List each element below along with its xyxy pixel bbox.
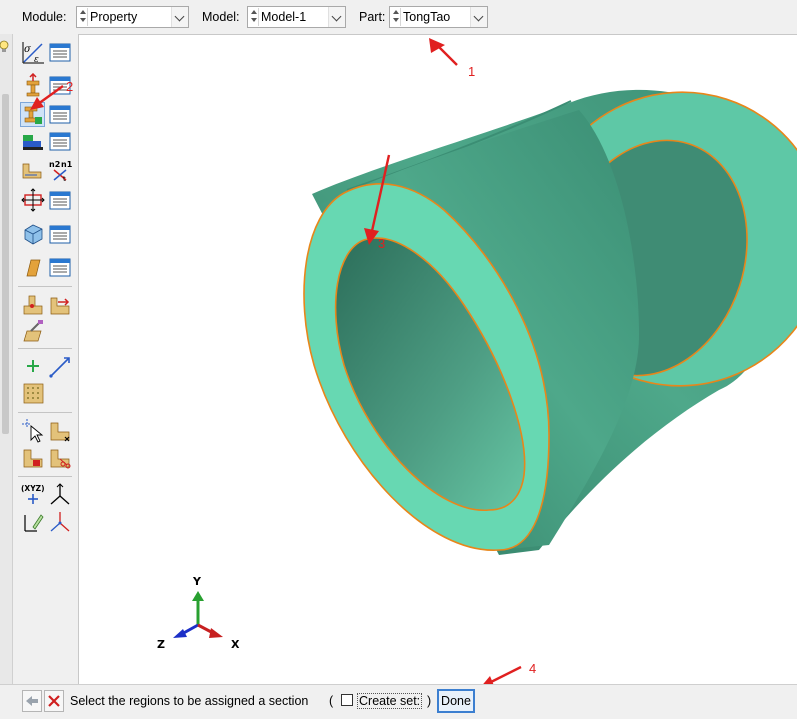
csys-edit-icon[interactable]: [21, 509, 46, 534]
part-value: TongTao: [403, 10, 451, 24]
annotation-2: 2: [66, 79, 74, 94]
svg-text:t: t: [63, 175, 66, 183]
create-skin-icon[interactable]: [21, 222, 46, 247]
prompt-close-paren: ): [427, 694, 432, 708]
orientation-triad: Y Z X: [157, 575, 240, 651]
composite-layup-manager-icon[interactable]: [48, 188, 73, 213]
model-label: Model:: [202, 10, 240, 24]
model-select[interactable]: Model-1: [247, 6, 346, 28]
triad-x-label: X: [231, 638, 240, 651]
lightbulb-icon[interactable]: [0, 40, 10, 54]
done-button[interactable]: Done: [437, 689, 475, 713]
toolbox-separator: [18, 412, 72, 413]
stringer-manager-icon[interactable]: [48, 255, 73, 280]
toolbox-separator: [18, 286, 72, 287]
svg-text:n2: n2: [49, 160, 60, 169]
back-arrow-button[interactable]: [22, 690, 42, 712]
create-composite-layup-icon[interactable]: [21, 188, 46, 213]
annotation-1: 1: [468, 64, 475, 79]
material-manager-icon[interactable]: [48, 40, 73, 65]
svg-text:n1: n1: [61, 160, 73, 169]
special-skin-edit-icon[interactable]: [21, 319, 46, 344]
chevron-down-icon[interactable]: [171, 7, 188, 27]
graphics-viewport[interactable]: Y Z X 1 3 4: [78, 34, 797, 685]
part-spin-icon[interactable]: [391, 8, 401, 26]
prompt-bar: Select the regions to be assigned a sect…: [0, 684, 797, 719]
create-datum-point-icon[interactable]: [21, 354, 46, 379]
annotation-3: 3: [378, 236, 385, 251]
csys-triad-icon[interactable]: [48, 509, 73, 534]
part-tube-model[interactable]: [303, 54, 797, 556]
create-set-label[interactable]: Create set:: [357, 693, 423, 709]
model-value: Model-1: [261, 10, 307, 24]
create-set-checkbox[interactable]: [341, 694, 353, 706]
query-icon[interactable]: [21, 418, 46, 443]
svg-text:(XYZ): (XYZ): [21, 484, 45, 493]
context-bar: Module: Property Model: Model-1 Part: To…: [0, 0, 797, 34]
partition-icon[interactable]: [48, 418, 73, 443]
module-label: Module:: [22, 10, 67, 24]
partition-cell-icon[interactable]: [48, 445, 73, 470]
assign-normal-icon[interactable]: n2 n1 t: [48, 158, 73, 183]
scrollbar-thumb[interactable]: [2, 94, 9, 434]
triad-y-label: Y: [192, 575, 202, 588]
create-material-icon[interactable]: σε: [21, 40, 46, 65]
svg-text:σ: σ: [24, 44, 32, 55]
partition-face-icon[interactable]: [21, 445, 46, 470]
prompt-message: Select the regions to be assigned a sect…: [70, 694, 309, 708]
csys-xyz-icon[interactable]: (XYZ): [21, 482, 46, 507]
create-datum-plane-grid-icon[interactable]: [21, 381, 46, 406]
annotation-4: 4: [529, 661, 536, 676]
annotation-arrow-2: [20, 78, 70, 118]
model-spin-icon[interactable]: [249, 8, 259, 26]
module-value: Property: [90, 10, 138, 24]
create-profile-icon[interactable]: [21, 129, 46, 154]
toolbox-separator: [18, 348, 72, 349]
chevron-down-icon[interactable]: [470, 7, 487, 27]
create-datum-axis-icon[interactable]: [48, 354, 73, 379]
cancel-x-button[interactable]: [44, 690, 64, 712]
create-stringer-icon[interactable]: [21, 255, 46, 280]
special-inertia-icon[interactable]: [21, 292, 46, 317]
part-select[interactable]: TongTao: [389, 6, 488, 28]
prompt-open-paren: (: [329, 694, 334, 708]
part-label: Part:: [359, 10, 386, 24]
chevron-down-icon[interactable]: [328, 7, 345, 27]
skin-manager-icon[interactable]: [48, 222, 73, 247]
left-scroll-strip[interactable]: [0, 34, 13, 684]
property-toolbox: σε n2 n1 t (XYZ): [14, 34, 76, 684]
csys-axes-icon[interactable]: [48, 482, 73, 507]
special-springs-icon[interactable]: [48, 292, 73, 317]
toolbox-separator: [18, 476, 72, 477]
profile-manager-icon[interactable]: [48, 129, 73, 154]
module-spin-icon[interactable]: [78, 8, 88, 26]
triad-z-label: Z: [157, 638, 165, 651]
assign-beam-orientation-icon[interactable]: [21, 158, 46, 183]
module-select[interactable]: Property: [76, 6, 189, 28]
